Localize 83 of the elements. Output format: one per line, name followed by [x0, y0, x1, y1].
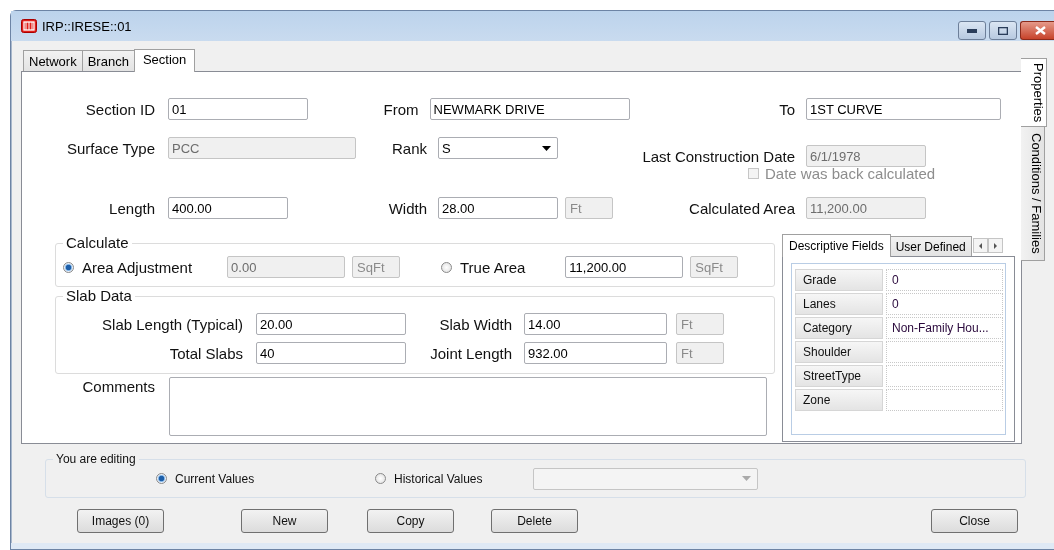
- window-title: IRP::IRESE::01: [42, 18, 132, 34]
- field-label: Last Construction Date: [641, 147, 795, 165]
- property-value[interactable]: 0: [886, 293, 1003, 315]
- field-label: Section ID: [84, 100, 155, 118]
- input-field[interactable]: 6/1/1978: [806, 145, 926, 167]
- radio-button[interactable]: [441, 261, 452, 273]
- right-arrow-icon: [993, 242, 997, 249]
- group-title: Slab Data: [63, 287, 135, 304]
- app-icon: [21, 19, 37, 33]
- property-value[interactable]: Non-Family Hou...: [886, 317, 1003, 339]
- comments-field[interactable]: [169, 377, 767, 436]
- tab[interactable]: User Defined: [889, 236, 972, 256]
- field-label: Slab Width: [438, 315, 512, 333]
- tab[interactable]: Network: [23, 50, 83, 71]
- button[interactable]: Images (0): [77, 509, 164, 533]
- tab[interactable]: Section: [133, 49, 196, 72]
- input-field[interactable]: 14.00: [524, 313, 667, 335]
- input-field[interactable]: 11,200.00: [565, 256, 684, 278]
- field-label: Joint Length: [429, 344, 512, 362]
- radio-label: Historical Values: [394, 471, 483, 486]
- unit-box: SqFt: [352, 256, 401, 278]
- field-label: Slab Length (Typical): [101, 315, 243, 333]
- maximize-button[interactable]: [989, 21, 1017, 40]
- property-name: StreetType: [795, 365, 883, 387]
- field-label: Rank: [390, 139, 427, 157]
- field-label: From: [382, 100, 419, 118]
- property-name: Lanes: [795, 293, 883, 315]
- property-name: Shoulder: [795, 341, 883, 363]
- button[interactable]: Copy: [367, 509, 454, 533]
- scroll-left-button[interactable]: [972, 238, 988, 253]
- property-name: Grade: [795, 269, 883, 291]
- button[interactable]: New: [241, 509, 328, 533]
- left-arrow-icon: [978, 242, 982, 249]
- field-label: To: [778, 100, 795, 118]
- property-name: Category: [795, 317, 883, 339]
- radio-label: Current Values: [175, 471, 255, 486]
- input-field[interactable]: 20.00: [256, 313, 406, 335]
- property-value[interactable]: 0: [886, 269, 1003, 291]
- tab[interactable]: Branch: [81, 50, 135, 71]
- close-icon: [1035, 26, 1046, 35]
- input-field[interactable]: 11,200.00: [806, 197, 926, 219]
- field-label: Total Slabs: [168, 344, 243, 362]
- close-button[interactable]: [1020, 21, 1054, 40]
- button[interactable]: Close: [931, 509, 1018, 533]
- dropdown[interactable]: [533, 467, 758, 490]
- radio-button[interactable]: [156, 473, 167, 484]
- input-field[interactable]: 28.00: [438, 197, 558, 219]
- maximize-icon: [998, 26, 1008, 35]
- input-field[interactable]: NEWMARK DRIVE: [429, 98, 630, 120]
- unit-box: Ft: [676, 313, 724, 335]
- minimize-icon: [967, 28, 977, 33]
- minimize-button[interactable]: [958, 21, 986, 40]
- input-field[interactable]: 01: [168, 98, 308, 120]
- group-title: You are editing: [53, 452, 139, 466]
- tab[interactable]: Descriptive Fields: [782, 234, 891, 257]
- property-value[interactable]: [886, 365, 1003, 387]
- input-field[interactable]: 40: [256, 342, 406, 364]
- property-value[interactable]: [886, 341, 1003, 363]
- field-label: Comments: [81, 377, 155, 397]
- input-field[interactable]: 932.00: [524, 342, 667, 364]
- radio-button[interactable]: [375, 473, 386, 484]
- input-field[interactable]: 400.00: [168, 197, 288, 219]
- side-tab[interactable]: Conditions / Families: [1021, 126, 1045, 261]
- dropdown[interactable]: S: [438, 137, 558, 159]
- caret-icon: [742, 476, 751, 481]
- unit-box: Ft: [676, 342, 724, 364]
- field-label: Length: [108, 199, 155, 217]
- property-name: Zone: [795, 389, 883, 411]
- field-label: Calculated Area: [688, 199, 795, 217]
- unit-box: SqFt: [690, 256, 739, 278]
- radio-label: Area Adjustment: [82, 258, 193, 276]
- side-tab[interactable]: Properties: [1021, 58, 1047, 128]
- unit-box: Ft: [565, 197, 613, 219]
- button[interactable]: Delete: [491, 509, 578, 533]
- property-value[interactable]: [886, 389, 1003, 411]
- field-label: Surface Type: [65, 139, 155, 157]
- field-label: Width: [387, 199, 427, 217]
- radio-label: True Area: [460, 258, 526, 276]
- caret-icon: [542, 145, 551, 151]
- checkbox-label: Date was back calculated: [765, 164, 936, 182]
- group-title: Calculate: [63, 234, 132, 251]
- input-field[interactable]: PCC: [168, 137, 356, 159]
- input-field[interactable]: 1ST CURVE: [806, 98, 1001, 120]
